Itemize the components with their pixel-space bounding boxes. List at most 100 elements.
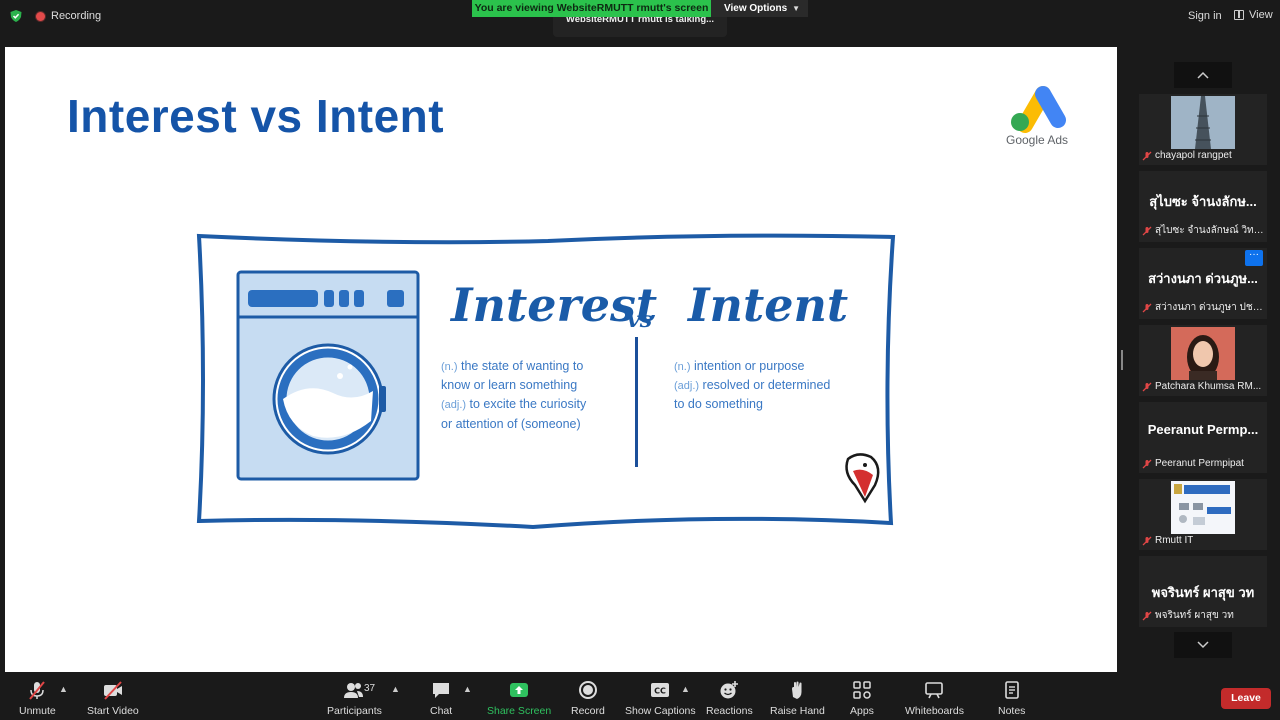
- mic-muted-icon: [1142, 382, 1152, 391]
- definition-line: (n.) intention or purpose: [674, 359, 805, 373]
- viewing-screen-banner: You are viewing WebsiteRMUTT rmutt's scr…: [472, 0, 711, 17]
- unmute-button[interactable]: Unmute: [19, 680, 56, 717]
- apps-icon: [853, 681, 871, 699]
- share-screen-icon: [510, 683, 529, 697]
- whiteboards-button[interactable]: Whiteboards: [905, 680, 964, 717]
- mic-muted-icon: [1142, 611, 1152, 620]
- svg-text:CC: CC: [654, 687, 666, 696]
- participants-options-caret[interactable]: ▲: [391, 684, 400, 694]
- participant-video: [1171, 327, 1235, 380]
- participant-display-name: สว่างนภา ด่วนภูษ...: [1148, 271, 1258, 286]
- participant-tile[interactable]: chayapol rangpet: [1139, 94, 1267, 165]
- participant-tile[interactable]: พจรินทร์ ผาสุข วท พจรินทร์ ผาสุข วท: [1139, 556, 1267, 627]
- shared-screen-slide: Interest vs Intent Google Ads Interest v…: [5, 47, 1117, 672]
- tower-photo-icon: [1171, 96, 1235, 149]
- helpdesk-image-icon: [1171, 481, 1235, 534]
- participant-tile[interactable]: Patchara Khumsa RM...: [1139, 325, 1267, 396]
- top-bar: Recording You are viewing WebsiteRMUTT r…: [0, 0, 1280, 37]
- definition-divider: [635, 337, 638, 467]
- chat-button[interactable]: Chat: [430, 680, 452, 717]
- zoom-meeting-window: Recording You are viewing WebsiteRMUTT r…: [0, 0, 1280, 720]
- recording-label: Recording: [51, 10, 102, 22]
- participant-name-bar: สว่างนภา ด่วนภูษา ปชส....: [1142, 300, 1266, 315]
- chat-options-caret[interactable]: ▲: [463, 684, 472, 694]
- share-screen-button[interactable]: Share Screen: [487, 680, 551, 717]
- captions-options-caret[interactable]: ▲: [681, 684, 690, 694]
- notes-icon: [1004, 681, 1019, 699]
- strip-scroll-down-button[interactable]: [1174, 632, 1232, 658]
- view-button[interactable]: View: [1234, 9, 1273, 21]
- person-photo-icon: [1171, 327, 1235, 380]
- whiteboards-label: Whiteboards: [905, 705, 964, 717]
- definition-line: (adj.) resolved or determined: [674, 378, 831, 393]
- raise-hand-button[interactable]: Raise Hand: [770, 680, 825, 717]
- definition-line: to do something: [674, 397, 763, 412]
- participant-tile[interactable]: สุไบซะ จ้านงลักษ... สุไบซะ จำนงลักษณ์ วิ…: [1139, 171, 1267, 242]
- participant-name-bar: chayapol rangpet: [1142, 150, 1266, 161]
- mic-muted-icon: [1142, 459, 1152, 468]
- participant-name-bar: Rmutt IT: [1142, 535, 1266, 546]
- participant-name: Peeranut Permpipat: [1155, 458, 1244, 469]
- raise-hand-label: Raise Hand: [770, 705, 825, 717]
- apps-label: Apps: [850, 705, 874, 717]
- participant-name-bar: สุไบซะ จำนงลักษณ์ วิทยา...: [1142, 223, 1266, 238]
- participant-name: สว่างนภา ด่วนภูษา ปชส....: [1155, 302, 1266, 313]
- chevron-down-icon: ▼: [792, 4, 800, 13]
- definition-line: (n.) the state of wanting to: [441, 359, 584, 373]
- reactions-button[interactable]: Reactions: [706, 680, 753, 717]
- hand-icon: [792, 681, 802, 699]
- participant-name: Rmutt IT: [1155, 535, 1194, 546]
- google-ads-label: Google Ads: [1006, 133, 1069, 147]
- start-video-button[interactable]: Start Video: [87, 680, 139, 717]
- participant-name-bar: พจรินทร์ ผาสุข วท: [1142, 608, 1266, 623]
- record-button[interactable]: Record: [571, 680, 605, 717]
- splitter-handle[interactable]: [1121, 350, 1123, 370]
- participant-tile[interactable]: ··· สว่างนภา ด่วนภูษ... สว่างนภา ด่วนภูษ…: [1139, 248, 1267, 319]
- smiley-icon: [720, 681, 739, 699]
- chevron-down-icon: [1197, 641, 1209, 649]
- participant-display-name: พจรินทร์ ผาสุข วท: [1151, 585, 1255, 600]
- definition-line: know or learn something: [441, 378, 578, 393]
- view-options-label: View Options: [724, 3, 788, 14]
- show-captions-label: Show Captions: [625, 705, 696, 717]
- record-label: Record: [571, 705, 605, 717]
- participants-count: 37: [364, 683, 376, 694]
- chat-icon: [433, 683, 450, 698]
- record-dot-icon: [36, 11, 45, 21]
- view-label: View: [1249, 9, 1273, 21]
- participant-name: Patchara Khumsa RM...: [1155, 381, 1262, 392]
- notes-label: Notes: [998, 705, 1026, 717]
- more-options-button[interactable]: ···: [1245, 250, 1263, 266]
- start-video-label: Start Video: [87, 705, 139, 717]
- participant-display-name: สุไบซะ จ้านงลักษ...: [1149, 194, 1257, 209]
- participant-tile[interactable]: Peeranut Permp... Peeranut Permpipat: [1139, 402, 1267, 473]
- participant-name: พจรินทร์ ผาสุข วท: [1155, 610, 1234, 621]
- participants-icon: [344, 683, 364, 698]
- notes-button[interactable]: Notes: [998, 680, 1025, 717]
- participant-name-bar: Peeranut Permpipat: [1142, 458, 1266, 469]
- participant-tile[interactable]: Rmutt IT: [1139, 479, 1267, 550]
- chat-label: Chat: [430, 705, 453, 717]
- participant-video: [1171, 96, 1235, 149]
- video-off-icon: [103, 681, 122, 700]
- audio-options-caret[interactable]: ▲: [59, 684, 68, 694]
- slide-title: Interest vs Intent: [67, 90, 445, 142]
- participant-display-name: Peeranut Permp...: [1147, 422, 1259, 437]
- mic-muted-icon: [1142, 226, 1152, 235]
- participant-name-bar: Patchara Khumsa RM...: [1142, 381, 1266, 392]
- sign-in-link[interactable]: Sign in: [1188, 10, 1222, 22]
- strip-scroll-up-button[interactable]: [1174, 62, 1232, 88]
- mic-muted-icon: [1142, 536, 1152, 545]
- participant-name: chayapol rangpet: [1155, 150, 1232, 161]
- whiteboard-icon: [925, 682, 944, 699]
- participant-name: สุไบซะ จำนงลักษณ์ วิทยา...: [1155, 225, 1266, 236]
- participant-video: [1171, 481, 1235, 534]
- view-options-button[interactable]: View Options ▼: [711, 0, 808, 17]
- mic-muted-icon: [1142, 151, 1152, 160]
- recording-indicator[interactable]: Recording: [36, 10, 101, 22]
- shield-icon[interactable]: [9, 9, 23, 23]
- definition-line: or attention of (someone): [441, 416, 581, 431]
- definition-line: (adj.) to excite the curiosity: [441, 397, 587, 412]
- apps-button[interactable]: Apps: [850, 680, 874, 717]
- leave-button[interactable]: Leave: [1221, 688, 1271, 709]
